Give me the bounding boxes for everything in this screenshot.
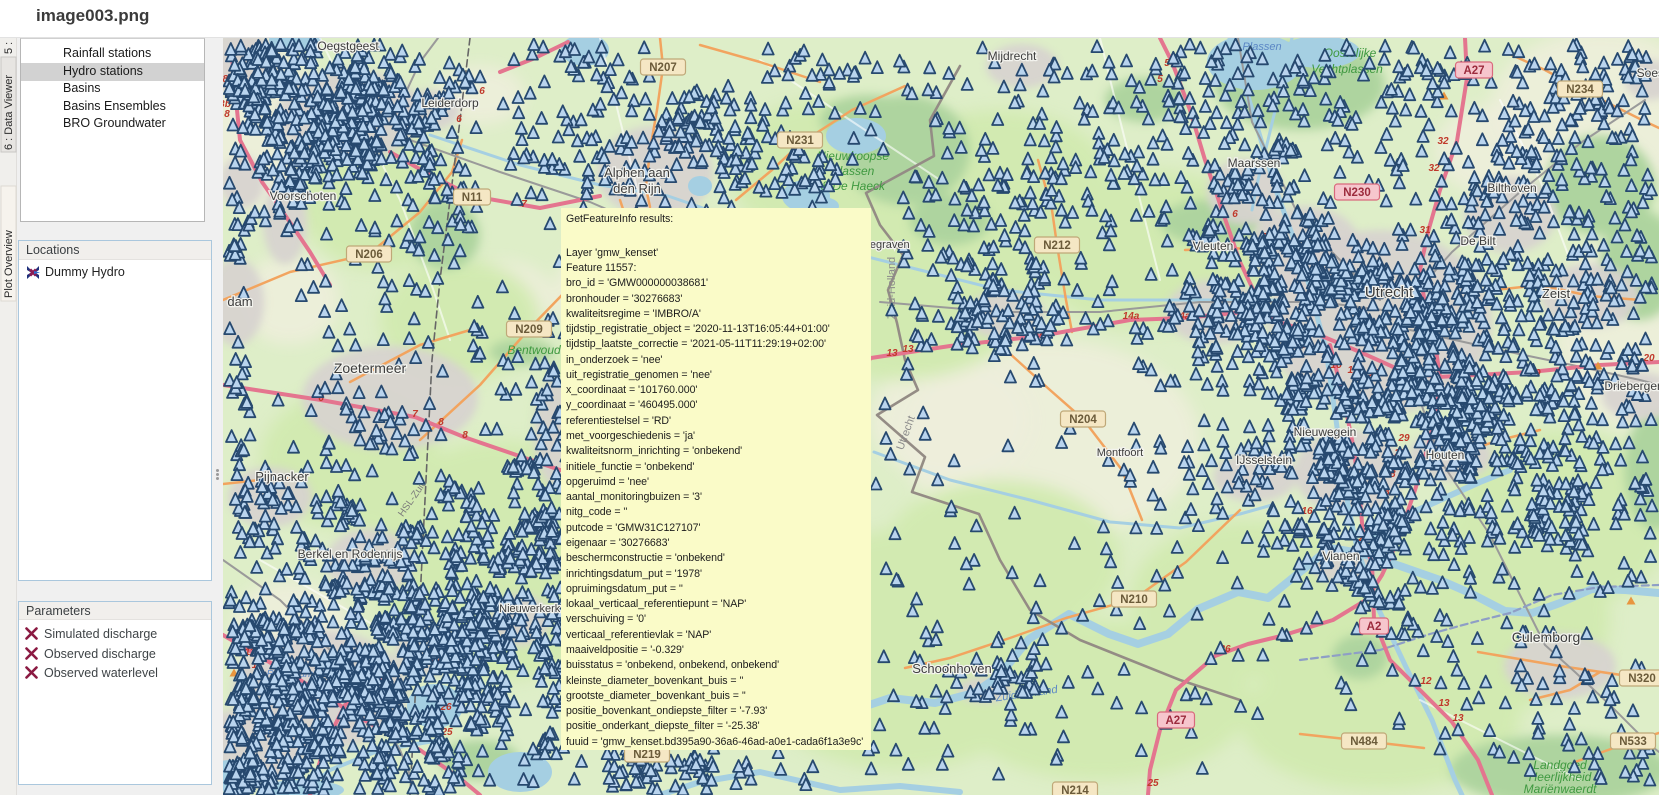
svg-text:6: 6 [456,114,462,125]
svg-text:13: 13 [1452,713,1464,724]
svg-text:29: 29 [1397,433,1410,444]
svg-text:den Rijn: den Rijn [613,181,661,196]
svg-text:Zeist: Zeist [1542,286,1571,301]
svg-text:N207: N207 [649,62,677,74]
svg-text:N533: N533 [1619,736,1647,748]
svg-text:N212: N212 [1043,240,1071,252]
svg-text:Bilthoven: Bilthoven [1487,181,1536,195]
svg-text:Zoetermeer: Zoetermeer [334,360,407,376]
svg-text:Schoonhoven: Schoonhoven [912,661,992,676]
svg-text:dam: dam [227,294,252,309]
svg-text:N11: N11 [462,192,483,204]
svg-text:Pijnacker: Pijnacker [255,469,309,484]
svg-text:N210: N210 [1120,594,1148,606]
svg-text:Soest: Soest [1637,66,1659,80]
svg-text:32: 32 [1437,136,1449,147]
svg-text:Maarssen: Maarssen [1228,156,1281,170]
svg-text:14a: 14a [1123,311,1140,322]
svg-text:N214: N214 [1061,785,1089,795]
svg-text:N209: N209 [515,324,543,336]
svg-text:Berkel en Rodenrijs: Berkel en Rodenrijs [298,547,403,561]
svg-text:Mariënwaerdt: Mariënwaerdt [1524,782,1597,795]
svg-text:25: 25 [1146,778,1159,789]
svg-text:6: 6 [479,86,485,97]
svg-text:A27: A27 [1165,715,1186,727]
svg-text:Mijdrecht: Mijdrecht [988,49,1037,63]
svg-text:13: 13 [1438,698,1450,709]
svg-text:N230: N230 [1343,187,1371,199]
svg-text:5 : F: 5 : F [3,38,15,54]
svg-text:Houten: Houten [1426,448,1465,462]
svg-text:N320: N320 [1628,673,1656,685]
svg-text:De Bilt: De Bilt [1460,234,1496,248]
svg-text:12: 12 [1420,676,1432,687]
svg-text:Oegstgeest: Oegstgeest [317,39,379,53]
svg-text:A2: A2 [1367,621,1382,633]
svg-text:8: 8 [438,417,444,428]
svg-text:Leiderdorp: Leiderdorp [421,96,479,110]
svg-text:Culemborg: Culemborg [1512,629,1580,645]
svg-text:13: 13 [902,344,914,355]
svg-text:Voorschoten: Voorschoten [270,189,337,203]
svg-text:Montfoort: Montfoort [1097,447,1143,459]
svg-text:7: 7 [412,409,418,420]
svg-text:N231: N231 [786,135,814,147]
svg-text:Vianen: Vianen [1322,549,1359,563]
svg-text:IJsselstein: IJsselstein [1236,453,1292,467]
svg-text:6 : Data Viewer: 6 : Data Viewer [3,75,15,150]
svg-text:Vleuten: Vleuten [1193,239,1234,253]
svg-text:N219: N219 [633,749,661,761]
svg-text:31: 31 [1419,225,1431,236]
svg-text:8: 8 [462,430,468,441]
svg-text:8: 8 [224,109,230,120]
svg-text:6: 6 [1232,209,1238,220]
svg-text:Utrecht: Utrecht [1365,284,1414,301]
svg-text:Plot Overview: Plot Overview [3,230,15,298]
svg-text:Driebergen: Driebergen [1604,379,1659,393]
svg-text:N234: N234 [1566,84,1594,96]
svg-text:A27: A27 [1463,65,1484,77]
svg-text:Nieuwegein: Nieuwegein [1294,425,1357,439]
svg-text:13: 13 [886,348,898,359]
svg-text:5: 5 [1157,74,1163,85]
svg-text:N484: N484 [1350,736,1378,748]
svg-text:N206: N206 [355,249,383,261]
svg-text:Alphen aan: Alphen aan [604,165,670,180]
svg-text:N204: N204 [1069,414,1097,426]
